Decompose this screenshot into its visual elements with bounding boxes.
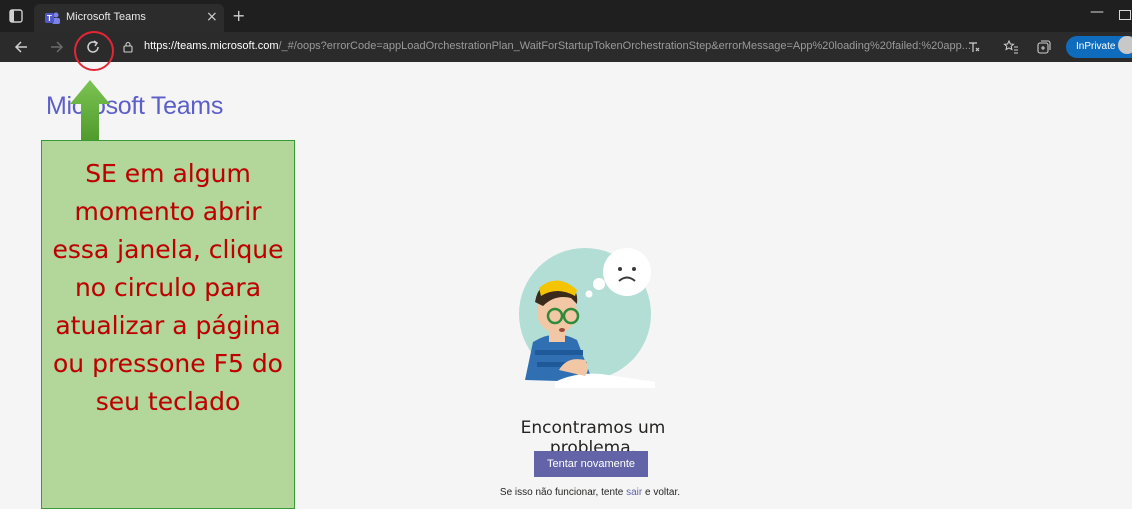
- minimize-icon[interactable]: —: [1090, 4, 1104, 20]
- note-line: no circulo para: [74, 273, 262, 302]
- collections-icon[interactable]: [1036, 39, 1052, 55]
- read-aloud-icon[interactable]: [966, 39, 982, 55]
- maximize-icon[interactable]: [1119, 10, 1131, 20]
- hint-before: Se isso não funcionar, tente: [499, 487, 627, 498]
- forward-icon: [51, 41, 64, 53]
- browser-window: T Microsoft Teams × + — https://teams.mi…: [0, 0, 1132, 509]
- arrow-up-icon: [70, 80, 110, 142]
- url-path: /_#/oops?errorCode=appLoadOrchestrationP…: [278, 40, 971, 52]
- url-text[interactable]: https://teams.microsoft.com/_#/oops?erro…: [144, 40, 971, 52]
- avatar[interactable]: [1118, 36, 1132, 54]
- hint-text: Se isso não funcionar, tente sair e volt…: [440, 487, 740, 498]
- note-line: SE em algum: [85, 159, 251, 188]
- teams-favicon-icon: T: [45, 12, 60, 24]
- sign-out-link[interactable]: sair: [626, 487, 642, 498]
- note-line: ou pressone F5 do: [53, 349, 283, 378]
- retry-button[interactable]: Tentar novamente: [534, 451, 648, 477]
- back-icon[interactable]: [12, 37, 32, 57]
- address-toolbar: https://teams.microsoft.com/_#/oops?erro…: [0, 32, 1132, 62]
- tab-microsoft-teams[interactable]: T Microsoft Teams ×: [34, 4, 224, 32]
- sad-person-illustration: [519, 248, 655, 388]
- lock-icon[interactable]: [122, 41, 134, 53]
- note-line: momento abrir: [74, 197, 262, 226]
- instruction-note: SE em algum momento abrir essa janela, c…: [41, 140, 295, 509]
- tab-actions-icon[interactable]: [8, 8, 24, 24]
- tab-title: Microsoft Teams: [66, 11, 146, 23]
- note-line: seu teclado: [95, 387, 241, 416]
- note-line: essa janela, clique: [52, 235, 284, 264]
- instruction-text: SE em algum momento abrir essa janela, c…: [42, 155, 294, 421]
- highlight-circle: [74, 31, 114, 71]
- new-tab-icon[interactable]: +: [232, 6, 245, 25]
- svg-text:T: T: [47, 14, 52, 23]
- title-bar: T Microsoft Teams × + —: [0, 0, 1132, 32]
- url-host: https://teams.microsoft.com: [144, 40, 279, 52]
- close-tab-icon[interactable]: ×: [206, 9, 218, 25]
- hint-after: e voltar.: [642, 487, 681, 498]
- favorites-icon[interactable]: [1003, 39, 1019, 55]
- note-line: atualizar a página: [55, 311, 281, 340]
